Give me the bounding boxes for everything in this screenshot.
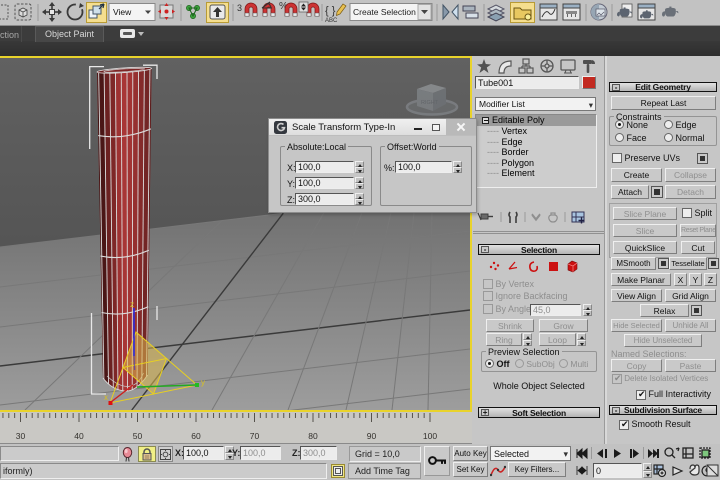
svg-text:30: 30 — [16, 431, 26, 441]
svg-text:RIGHT: RIGHT — [421, 100, 439, 106]
svg-text:View: View — [113, 7, 132, 17]
svg-text:ABC: ABC — [325, 18, 338, 24]
svg-text:3: 3 — [237, 3, 242, 13]
svg-text:Create Selection Se: Create Selection Se — [353, 7, 429, 17]
svg-text:{ }: { } — [325, 5, 336, 17]
svg-text:70: 70 — [250, 431, 260, 441]
svg-text:100: 100 — [423, 431, 437, 441]
svg-text:60: 60 — [191, 431, 201, 441]
svg-text:90: 90 — [367, 431, 377, 441]
svg-text:x: x — [104, 393, 108, 402]
svg-text:40: 40 — [74, 431, 84, 441]
svg-text:z: z — [130, 300, 134, 309]
svg-text:y: y — [201, 378, 205, 387]
svg-text:50: 50 — [133, 431, 143, 441]
svg-text:80: 80 — [308, 431, 318, 441]
